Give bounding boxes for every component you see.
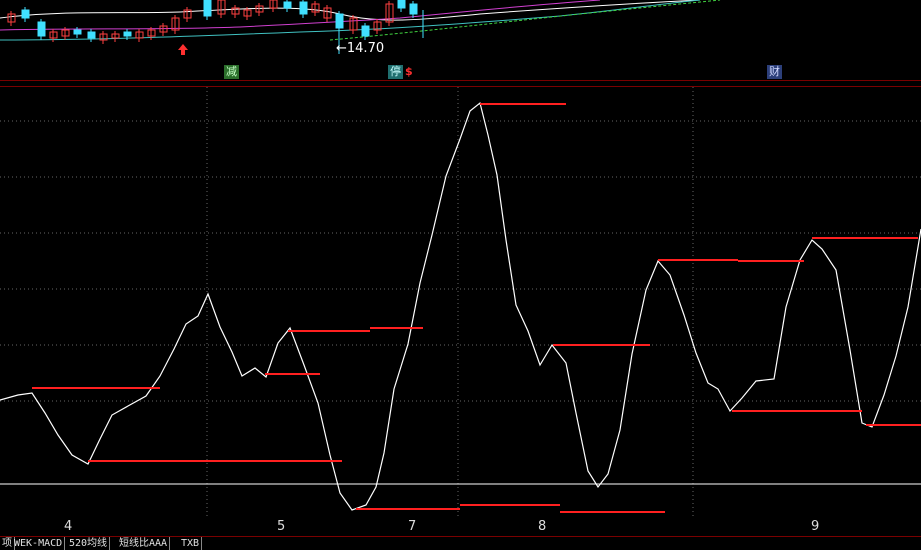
candle-body [21,9,30,19]
tab-txb[interactable]: TXB [179,537,203,550]
axis-label-8: 8 [538,519,547,534]
event-badge-dollar[interactable]: $ [403,65,415,79]
indicator-tab-bar: 项 WEK-MACD 520均线 短线比AAA TXB [0,536,921,550]
candle-body [37,21,46,37]
candle-body [397,0,406,9]
axis-label-7: 7 [408,519,417,534]
time-axis: 4 5 7 8 9 [0,518,921,536]
axis-label-5: 5 [277,519,286,534]
candlestick-chart [0,0,721,55]
candle-body [123,31,132,37]
candle-body [283,1,292,9]
candle-body [203,0,212,17]
tab-520-ma[interactable]: 520均线 [67,537,111,550]
candle-body [409,3,418,15]
candle-body [299,1,308,15]
event-badge-reduce[interactable]: 减 [224,65,239,79]
event-badge-finance[interactable]: 财 [767,65,782,79]
price-marker-label: ←14.70 [336,41,385,56]
axis-label-4: 4 [64,519,73,534]
oscillator-line [0,101,921,511]
event-badge-halt[interactable]: 停 [388,65,403,79]
price-chart-pane[interactable]: ←14.70 减 停 $ 财 [0,0,921,80]
tab-short-ratio-aaa[interactable]: 短线比AAA [117,537,171,550]
candle-body [361,25,370,37]
buy-arrow-icon [178,44,188,55]
candle-body [87,31,96,39]
axis-label-9: 9 [811,519,820,534]
indicator-pane[interactable] [0,87,921,517]
indicator-chart [0,87,921,517]
pane-divider [0,80,921,81]
candle-body [73,29,82,35]
tab-wek-macd[interactable]: WEK-MACD [12,537,66,550]
ma-line-white [0,0,701,21]
